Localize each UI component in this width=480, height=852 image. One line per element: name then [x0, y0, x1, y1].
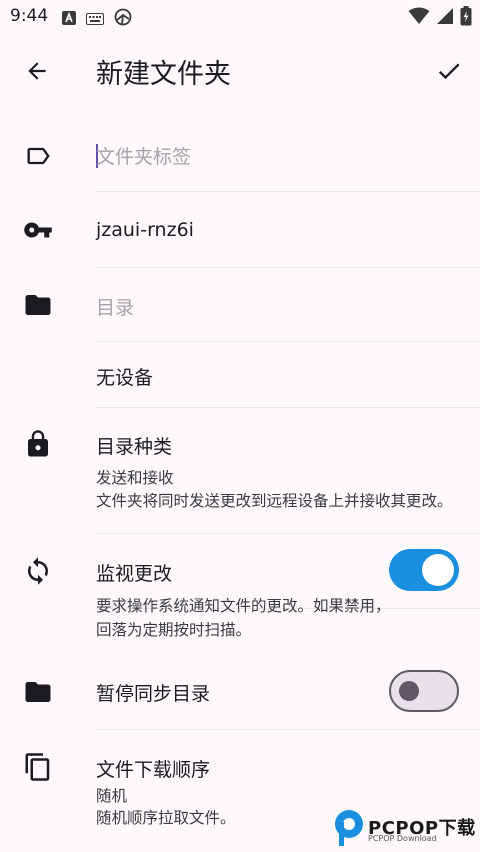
folder-type-title: 目录种类	[96, 436, 173, 458]
folder-type-setting[interactable]: 目录种类 发送和接收 文件夹将同时发送更改到远程设备上并接收其更改。	[0, 408, 480, 534]
app-bar: 新建文件夹	[0, 34, 480, 106]
watch-changes-description-1: 要求操作系统通知文件的更改。如果禁用，	[96, 597, 391, 615]
pull-order-description: 随机顺序拉取文件。	[96, 809, 236, 827]
devices-value: 无设备	[96, 367, 154, 389]
label-icon	[22, 140, 54, 172]
toggle-knob	[399, 681, 419, 701]
pull-order-title: 文件下载顺序	[96, 759, 211, 781]
lock-icon	[22, 428, 54, 460]
arrow-left-icon	[28, 62, 46, 80]
devices-row[interactable]: 无设备	[0, 342, 480, 408]
folder-id-row[interactable]: jzaui-rnz6i	[0, 192, 480, 268]
pause-sync-toggle[interactable]	[389, 670, 459, 712]
folder-type-description: 文件夹将同时发送更改到远程设备上并接收其更改。	[96, 492, 453, 510]
status-bar: 9:44	[0, 0, 480, 34]
sync-app-icon	[114, 8, 132, 30]
status-icons-right	[408, 6, 472, 30]
pause-sync-title: 暂停同步目录	[96, 683, 211, 705]
wifi-icon	[408, 7, 430, 29]
copy-icon	[22, 751, 54, 783]
watch-changes-toggle[interactable]	[389, 549, 459, 591]
key-icon	[22, 214, 54, 246]
folder-id-input[interactable]: jzaui-rnz6i	[96, 219, 194, 241]
folder-label-row[interactable]: 文件夹标签	[0, 122, 480, 192]
watch-changes-description-2: 回落为定期按时扫描。	[96, 621, 252, 639]
pause-sync-setting[interactable]: 暂停同步目录	[0, 652, 480, 730]
sync-icon	[22, 555, 54, 587]
folder-label-input[interactable]: 文件夹标签	[96, 142, 191, 169]
watermark-logo-icon	[335, 810, 363, 846]
signal-icon	[436, 7, 454, 29]
confirm-button[interactable]	[430, 52, 468, 90]
page-title: 新建文件夹	[96, 59, 231, 90]
folder-icon	[22, 289, 54, 321]
text-a-icon	[62, 10, 76, 29]
battery-charging-icon	[460, 6, 472, 30]
folder-icon	[22, 676, 54, 708]
watermark: PCPOP下载 PCPOP Download	[330, 806, 480, 852]
watch-changes-title: 监视更改	[96, 563, 173, 585]
directory-input[interactable]: 目录	[96, 293, 134, 320]
toggle-knob	[422, 554, 454, 586]
folder-type-value: 发送和接收	[96, 469, 174, 487]
back-button[interactable]	[18, 52, 56, 90]
watermark-subtext: PCPOP Download	[368, 834, 437, 843]
status-icons-left	[62, 8, 132, 30]
keyboard-icon	[86, 10, 104, 29]
check-icon	[438, 63, 460, 80]
status-time: 9:44	[10, 6, 49, 26]
directory-row[interactable]: 目录	[0, 268, 480, 342]
watch-changes-setting[interactable]: 监视更改 要求操作系统通知文件的更改。如果禁用， 回落为定期按时扫描。	[0, 534, 480, 652]
